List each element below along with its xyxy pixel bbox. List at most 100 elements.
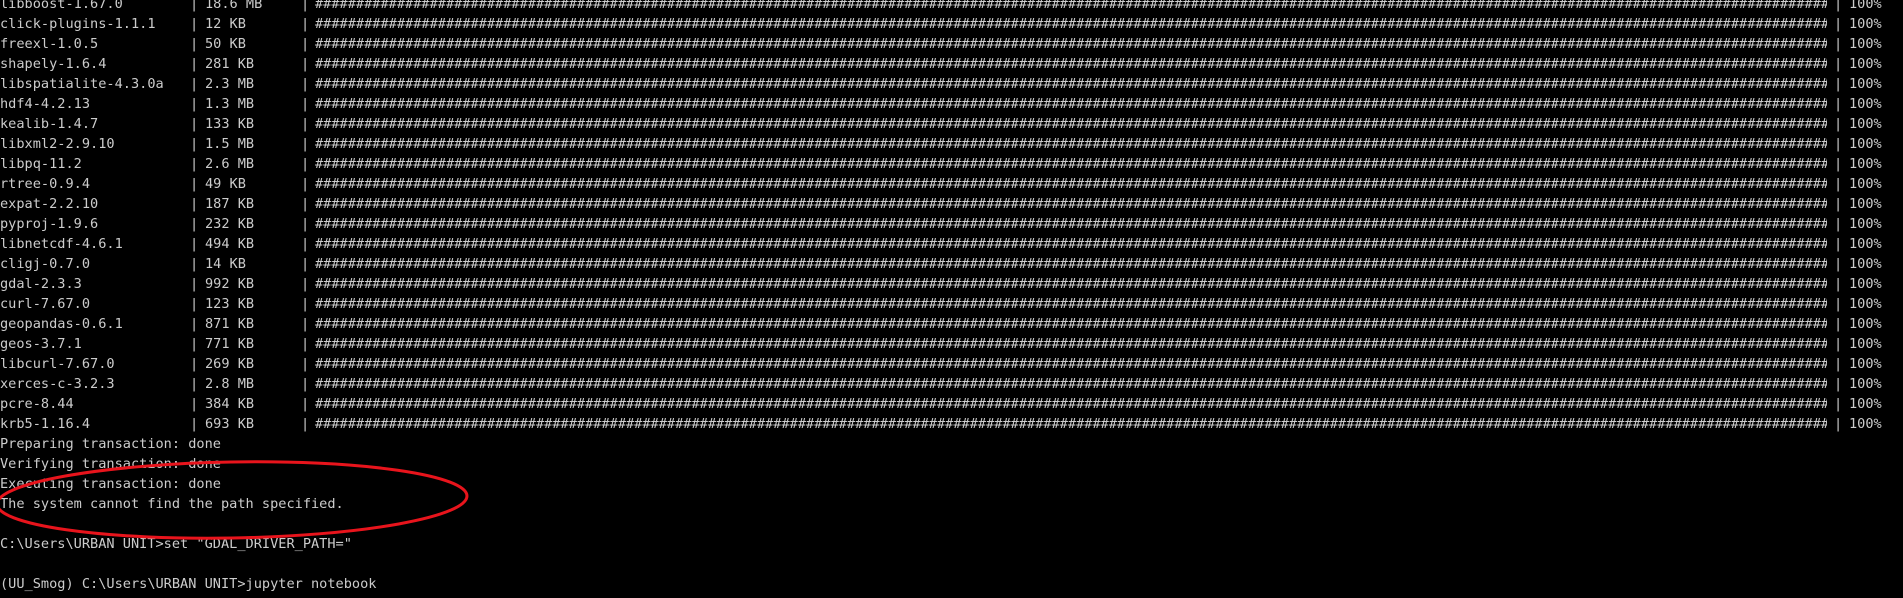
package-size: 2.8 MB	[205, 376, 255, 392]
column-separator: |	[301, 396, 310, 412]
column-separator: |	[1834, 76, 1843, 92]
column-separator: |	[301, 176, 310, 192]
column-separator: |	[190, 36, 199, 52]
progress-bar: ########################################…	[315, 356, 1827, 372]
package-row: cligj-0.7.0 | 14 KB | ######################…	[0, 254, 1903, 274]
status-line: Preparing transaction: done	[0, 434, 1903, 454]
package-name: cligj-0.7.0	[0, 256, 91, 272]
command-line: C:\Users\URBAN UNIT>set "GDAL_DRIVER_PAT…	[0, 534, 1903, 554]
package-name: kealib-1.4.7	[0, 116, 99, 132]
column-separator: |	[1834, 196, 1843, 212]
package-size: 269 KB	[205, 356, 255, 372]
package-size: 123 KB	[205, 296, 255, 312]
package-row: gdal-2.3.3 | 992 KB | ######################…	[0, 274, 1903, 294]
progress-percent: 100%	[1849, 176, 1882, 192]
package-row: rtree-0.9.4 | 49 KB | ######################…	[0, 174, 1903, 194]
package-row: geos-3.7.1 | 771 KB | ######################…	[0, 334, 1903, 354]
status-text: Verifying transaction: done	[0, 456, 221, 472]
status-text: Executing transaction: done	[0, 476, 221, 492]
progress-bar: ########################################…	[315, 316, 1827, 332]
progress-bar: ########################################…	[315, 416, 1827, 432]
package-size: 133 KB	[205, 116, 255, 132]
progress-percent: 100%	[1849, 56, 1882, 72]
progress-bar: ########################################…	[315, 336, 1827, 352]
column-separator: |	[1834, 96, 1843, 112]
column-separator: |	[190, 156, 199, 172]
command-text: (UU_Smog) C:\Users\URBAN UNIT>jupyter no…	[0, 576, 377, 592]
column-separator: |	[301, 36, 310, 52]
column-separator: |	[301, 296, 310, 312]
package-row: libnetcdf-4.6.1 | 494 KB | #################…	[0, 234, 1903, 254]
package-name: geos-3.7.1	[0, 336, 82, 352]
package-name: xerces-c-3.2.3	[0, 376, 115, 392]
column-separator: |	[1834, 336, 1843, 352]
column-separator: |	[190, 96, 199, 112]
column-separator: |	[1834, 316, 1843, 332]
column-separator: |	[1834, 56, 1843, 72]
column-separator: |	[1834, 36, 1843, 52]
column-separator: |	[301, 316, 310, 332]
status-line: The system cannot find the path specifie…	[0, 494, 1903, 514]
package-row: libpq-11.2 | 2.6 MB | ######################…	[0, 154, 1903, 174]
package-name: pyproj-1.9.6	[0, 216, 99, 232]
column-separator: |	[190, 296, 199, 312]
progress-percent: 100%	[1849, 336, 1882, 352]
column-separator: |	[301, 236, 310, 252]
package-name: libboost-1.67.0	[0, 0, 123, 12]
column-separator: |	[301, 76, 310, 92]
package-row: geopandas-0.6.1 | 871 KB | #################…	[0, 314, 1903, 334]
progress-percent: 100%	[1849, 416, 1882, 432]
command-line	[0, 554, 1903, 574]
progress-percent: 100%	[1849, 396, 1882, 412]
package-row: expat-2.2.10 | 187 KB | ####################…	[0, 194, 1903, 214]
column-separator: |	[1834, 416, 1843, 432]
column-separator: |	[190, 116, 199, 132]
column-separator: |	[190, 416, 199, 432]
progress-percent: 100%	[1849, 196, 1882, 212]
column-separator: |	[1834, 16, 1843, 32]
package-size: 494 KB	[205, 236, 255, 252]
column-separator: |	[301, 116, 310, 132]
package-row: hdf4-4.2.13 | 1.3 MB | #####################…	[0, 94, 1903, 114]
package-row: libspatialite-4.3.0a | 2.3 MB | ############…	[0, 74, 1903, 94]
package-size: 12 KB	[205, 16, 246, 32]
progress-bar: ########################################…	[315, 76, 1827, 92]
progress-bar: ########################################…	[315, 136, 1827, 152]
column-separator: |	[1834, 216, 1843, 232]
package-size: 232 KB	[205, 216, 255, 232]
package-size: 50 KB	[205, 36, 246, 52]
column-separator: |	[1834, 156, 1843, 172]
package-name: freexl-1.0.5	[0, 36, 99, 52]
progress-bar: ########################################…	[315, 196, 1827, 212]
column-separator: |	[1834, 356, 1843, 372]
status-line: Verifying transaction: done	[0, 454, 1903, 474]
column-separator: |	[1834, 396, 1843, 412]
progress-bar: ########################################…	[315, 236, 1827, 252]
package-row: libboost-1.67.0 | 18.6 MB | ################…	[0, 0, 1903, 14]
status-text: The system cannot find the path specifie…	[0, 496, 344, 512]
package-size: 2.3 MB	[205, 76, 255, 92]
package-name: click-plugins-1.1.1	[0, 16, 156, 32]
column-separator: |	[190, 56, 199, 72]
package-size: 14 KB	[205, 256, 246, 272]
command-line	[0, 514, 1903, 534]
progress-percent: 100%	[1849, 216, 1882, 232]
package-size: 187 KB	[205, 196, 255, 212]
package-size: 384 KB	[205, 396, 255, 412]
progress-percent: 100%	[1849, 356, 1882, 372]
progress-bar: ########################################…	[315, 96, 1827, 112]
column-separator: |	[301, 356, 310, 372]
progress-percent: 100%	[1849, 116, 1882, 132]
column-separator: |	[301, 0, 310, 12]
column-separator: |	[1834, 376, 1843, 392]
column-separator: |	[190, 136, 199, 152]
column-separator: |	[301, 276, 310, 292]
package-size: 49 KB	[205, 176, 246, 192]
column-separator: |	[190, 276, 199, 292]
column-separator: |	[301, 216, 310, 232]
column-separator: |	[301, 256, 310, 272]
package-row: shapely-1.6.4 | 281 KB | ###################…	[0, 54, 1903, 74]
column-separator: |	[190, 396, 199, 412]
progress-percent: 100%	[1849, 316, 1882, 332]
package-name: hdf4-4.2.13	[0, 96, 91, 112]
